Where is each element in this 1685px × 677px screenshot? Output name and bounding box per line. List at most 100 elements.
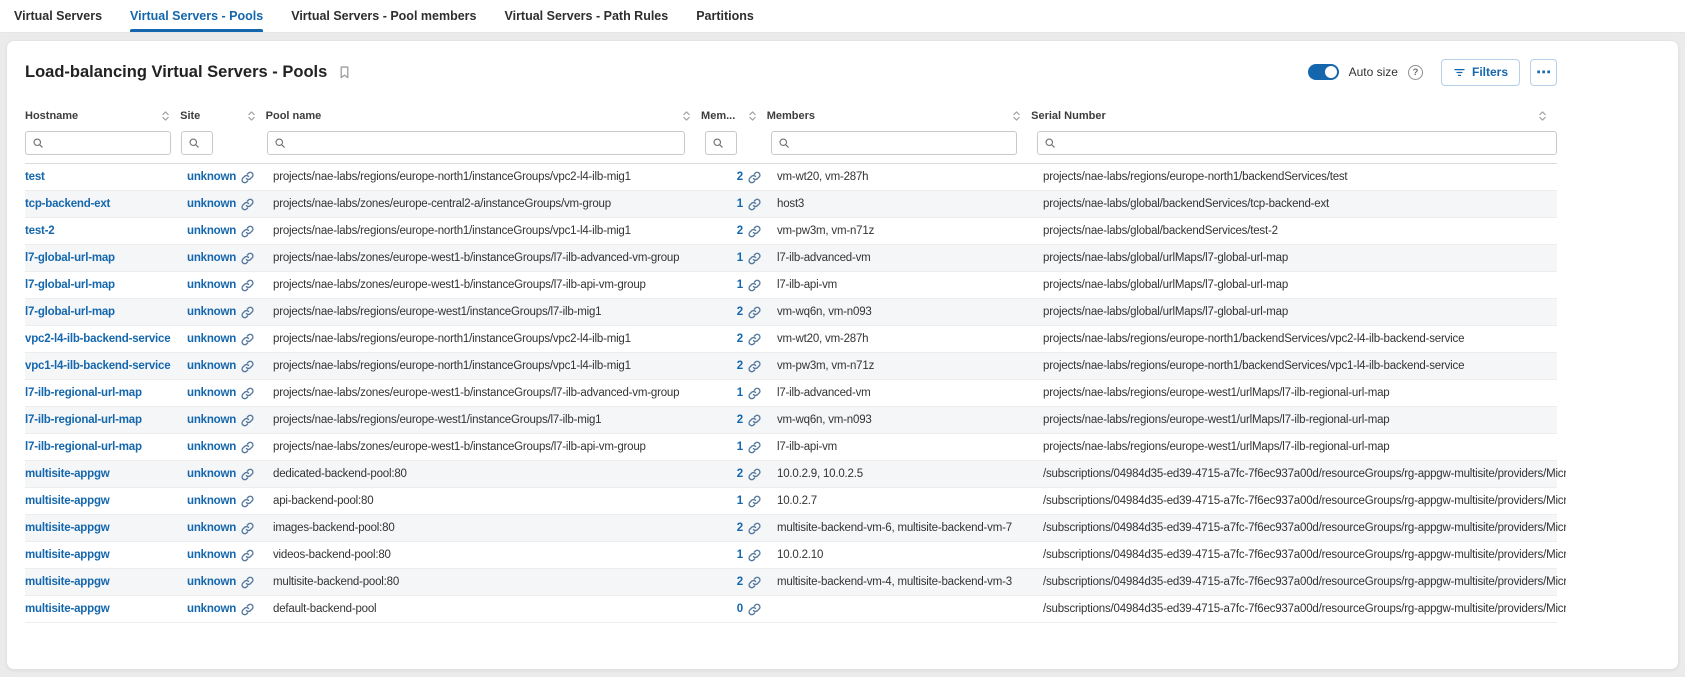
site-link[interactable]: unknown <box>187 495 254 508</box>
hostname-link[interactable]: l7-ilb-regional-url-map <box>25 414 142 426</box>
pool-name-search-input[interactable] <box>291 137 678 149</box>
auto-size-toggle[interactable] <box>1308 64 1339 80</box>
member-count-link[interactable]: 2 <box>737 414 761 427</box>
hostname-cell: test <box>25 171 181 183</box>
help-icon[interactable]: ? <box>1408 65 1423 80</box>
hostname-search-input[interactable] <box>49 137 164 149</box>
search-icon <box>274 137 286 149</box>
hostname-link[interactable]: l7-ilb-regional-url-map <box>25 387 142 399</box>
column-label: Hostname <box>25 110 78 122</box>
nav-tab[interactable]: Virtual Servers - Pools <box>130 0 263 32</box>
hostname-link[interactable]: multisite-appgw <box>25 576 110 588</box>
serial-number-cell: /subscriptions/04984d35-ed39-4715-a7fc-7… <box>1037 603 1566 615</box>
column-header-members[interactable]: Members <box>767 109 1031 123</box>
column-label: Site <box>180 110 200 122</box>
column-header-serial-number[interactable]: Serial Number <box>1031 109 1557 123</box>
hostname-link[interactable]: multisite-appgw <box>25 603 110 615</box>
site-link[interactable]: unknown <box>187 522 254 535</box>
sort-icon[interactable] <box>748 109 757 123</box>
filters-button[interactable]: Filters <box>1441 59 1520 86</box>
column-header-pool-name[interactable]: Pool name <box>266 109 701 123</box>
site-link[interactable]: unknown <box>187 468 254 481</box>
hostname-link[interactable]: l7-global-url-map <box>25 306 115 318</box>
hostname-link[interactable]: l7-global-url-map <box>25 252 115 264</box>
members-cell: multisite-backend-vm-6, multisite-backen… <box>771 522 1037 534</box>
member-count-link[interactable]: 2 <box>737 171 761 184</box>
link-icon <box>748 603 761 616</box>
member-count-link[interactable]: 2 <box>737 306 761 319</box>
link-icon <box>748 414 761 427</box>
member-count-link[interactable]: 1 <box>737 279 761 292</box>
sort-icon[interactable] <box>161 109 170 123</box>
nav-tab[interactable]: Partitions <box>696 0 754 32</box>
pool-name-search[interactable] <box>267 131 685 155</box>
site-link[interactable]: unknown <box>187 441 254 454</box>
member-count-link[interactable]: 2 <box>737 468 761 481</box>
site-link[interactable]: unknown <box>187 576 254 589</box>
site-link[interactable]: unknown <box>187 603 254 616</box>
site-search-input[interactable] <box>205 137 206 149</box>
member-count-link[interactable]: 1 <box>737 495 761 508</box>
hostname-search[interactable] <box>25 131 171 155</box>
link-icon <box>748 252 761 265</box>
site-link[interactable]: unknown <box>187 279 254 292</box>
member-count-value: 0 <box>737 603 743 615</box>
hostname-link[interactable]: multisite-appgw <box>25 495 110 507</box>
hostname-link[interactable]: vpc1-l4-ilb-backend-service <box>25 360 170 372</box>
sort-icon[interactable] <box>682 109 691 123</box>
nav-tab[interactable]: Virtual Servers <box>14 0 102 32</box>
sort-icon[interactable] <box>1538 109 1547 123</box>
member-count-link[interactable]: 2 <box>737 333 761 346</box>
members-search-input[interactable] <box>795 137 1010 149</box>
site-link[interactable]: unknown <box>187 549 254 562</box>
hostname-link[interactable]: tcp-backend-ext <box>25 198 110 210</box>
hostname-link[interactable]: multisite-appgw <box>25 549 110 561</box>
members-search[interactable] <box>771 131 1017 155</box>
site-link[interactable]: unknown <box>187 225 254 238</box>
column-header-member-count[interactable]: Mem... <box>701 109 767 123</box>
site-link[interactable]: unknown <box>187 387 254 400</box>
hostname-cell: l7-ilb-regional-url-map <box>25 387 181 399</box>
sort-icon[interactable] <box>247 109 256 123</box>
member-count-value: 1 <box>737 441 743 453</box>
top-nav: Virtual Servers Virtual Servers - Pools Vi… <box>0 0 1685 33</box>
member-count-link[interactable]: 1 <box>737 441 761 454</box>
member-count-search-input[interactable] <box>729 137 730 149</box>
site-link[interactable]: unknown <box>187 360 254 373</box>
pool-name-cell: default-backend-pool <box>267 603 705 615</box>
nav-tab[interactable]: Virtual Servers - Pool members <box>291 0 476 32</box>
member-count-link[interactable]: 2 <box>737 576 761 589</box>
member-count-search[interactable] <box>705 131 737 155</box>
hostname-link[interactable]: multisite-appgw <box>25 468 110 480</box>
hostname-link[interactable]: l7-global-url-map <box>25 279 115 291</box>
member-count-link[interactable]: 2 <box>737 360 761 373</box>
serial-number-search-input[interactable] <box>1061 137 1550 149</box>
hostname-link[interactable]: test <box>25 171 45 183</box>
column-header-site[interactable]: Site <box>180 109 266 123</box>
site-link[interactable]: unknown <box>187 414 254 427</box>
member-count-link[interactable]: 1 <box>737 198 761 211</box>
hostname-link[interactable]: vpc2-l4-ilb-backend-service <box>25 333 170 345</box>
more-options-button[interactable]: ⋯ <box>1530 59 1557 86</box>
column-header-hostname[interactable]: Hostname <box>25 109 180 123</box>
member-count-link[interactable]: 2 <box>737 225 761 238</box>
hostname-link[interactable]: test-2 <box>25 225 54 237</box>
sort-icon[interactable] <box>1012 109 1021 123</box>
hostname-link[interactable]: l7-ilb-regional-url-map <box>25 441 142 453</box>
serial-number-cell: projects/nae-labs/regions/europe-north1/… <box>1037 333 1566 345</box>
site-link[interactable]: unknown <box>187 333 254 346</box>
site-link[interactable]: unknown <box>187 306 254 319</box>
nav-tab[interactable]: Virtual Servers - Path Rules <box>504 0 668 32</box>
member-count-link[interactable]: 1 <box>737 252 761 265</box>
member-count-link[interactable]: 0 <box>737 603 761 616</box>
serial-number-search[interactable] <box>1037 131 1557 155</box>
hostname-link[interactable]: multisite-appgw <box>25 522 110 534</box>
site-link[interactable]: unknown <box>187 198 254 211</box>
member-count-link[interactable]: 2 <box>737 522 761 535</box>
site-link[interactable]: unknown <box>187 171 254 184</box>
site-link[interactable]: unknown <box>187 252 254 265</box>
member-count-link[interactable]: 1 <box>737 387 761 400</box>
bookmark-icon[interactable] <box>337 65 352 80</box>
member-count-link[interactable]: 1 <box>737 549 761 562</box>
site-search[interactable] <box>181 131 213 155</box>
